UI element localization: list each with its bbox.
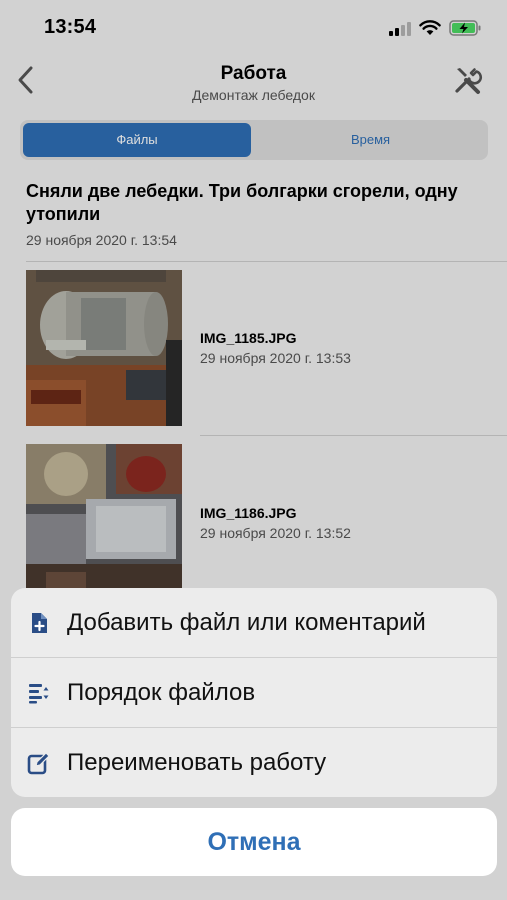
edit-icon <box>27 752 50 775</box>
action-label: Порядок файлов <box>67 679 256 706</box>
cancel-button[interactable]: Отмена <box>11 808 497 876</box>
sort-order-icon <box>29 684 49 704</box>
action-label: Добавить файл или коментарий <box>67 609 426 636</box>
add-file-icon <box>32 613 47 633</box>
file-order-action[interactable]: Порядок файлов <box>11 658 497 728</box>
action-label: Переименовать работу <box>67 749 327 776</box>
add-file-or-comment-action[interactable]: Добавить файл или коментарий <box>11 588 497 658</box>
action-sheet: Добавить файл или коментарий Порядок фай… <box>11 588 497 797</box>
rename-work-action[interactable]: Переименовать работу <box>11 728 497 797</box>
